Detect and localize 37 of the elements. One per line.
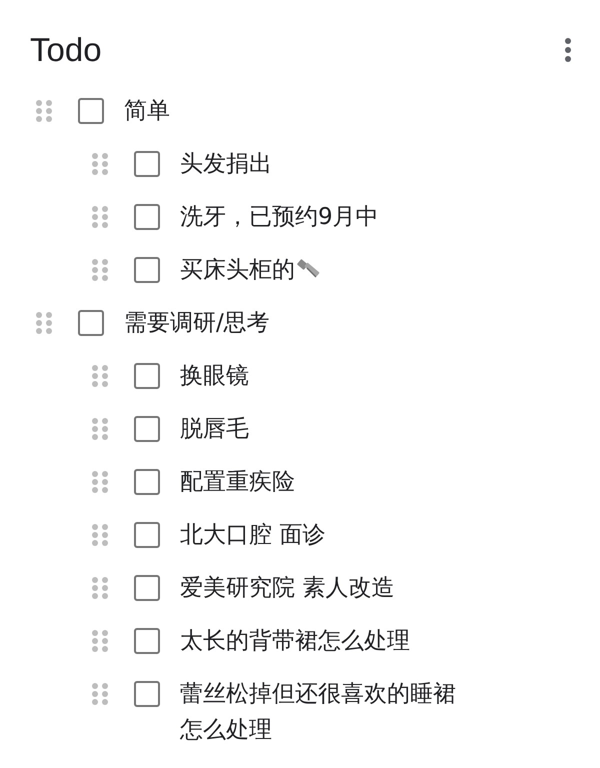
task-text[interactable]: 配置重疾险 xyxy=(180,464,295,500)
checkbox[interactable] xyxy=(78,310,104,336)
task-text[interactable]: 爱美研究院 素人改造 xyxy=(180,570,394,606)
task-text[interactable]: 洗牙，已预约9月中 xyxy=(180,199,379,235)
drag-handle-icon[interactable] xyxy=(92,418,108,440)
task-text[interactable]: 太长的背带裙怎么处理 xyxy=(180,623,410,659)
task-text[interactable]: 简单 xyxy=(124,93,170,129)
drag-handle-icon[interactable] xyxy=(36,100,52,122)
checkbox[interactable] xyxy=(134,469,160,495)
drag-handle-icon[interactable] xyxy=(92,365,108,387)
checkbox[interactable] xyxy=(78,98,104,124)
checkbox[interactable] xyxy=(134,522,160,548)
checkbox[interactable] xyxy=(134,681,160,707)
drag-handle-icon[interactable] xyxy=(92,259,108,281)
checkbox[interactable] xyxy=(134,363,160,389)
drag-handle-icon[interactable] xyxy=(92,206,108,228)
drag-handle-icon[interactable] xyxy=(92,683,108,705)
task-text[interactable]: 蕾丝松掉但还很喜欢的睡裙怎么处理 xyxy=(180,676,470,748)
drag-handle-icon[interactable] xyxy=(92,471,108,493)
task-text[interactable]: 北大口腔 面诊 xyxy=(180,517,326,553)
task-text[interactable]: 买床头柜的 xyxy=(180,252,295,288)
checkbox[interactable] xyxy=(134,628,160,654)
drag-handle-icon[interactable] xyxy=(92,524,108,546)
checkbox[interactable] xyxy=(134,151,160,177)
checkbox[interactable] xyxy=(134,575,160,601)
checkbox[interactable] xyxy=(134,416,160,442)
task-text[interactable]: 换眼镜 xyxy=(180,358,249,394)
drag-handle-icon[interactable] xyxy=(92,577,108,599)
task-text[interactable]: 头发捐出 xyxy=(180,146,272,182)
drag-handle-icon[interactable] xyxy=(92,630,108,652)
checkbox[interactable] xyxy=(134,204,160,230)
task-text[interactable]: 需要调研/思考 xyxy=(124,305,270,341)
drag-handle-icon[interactable] xyxy=(36,312,52,334)
task-text[interactable]: 脱唇毛 xyxy=(180,411,249,447)
list-title: Todo xyxy=(30,31,102,69)
drag-handle-icon[interactable] xyxy=(92,153,108,175)
checkbox[interactable] xyxy=(134,257,160,283)
